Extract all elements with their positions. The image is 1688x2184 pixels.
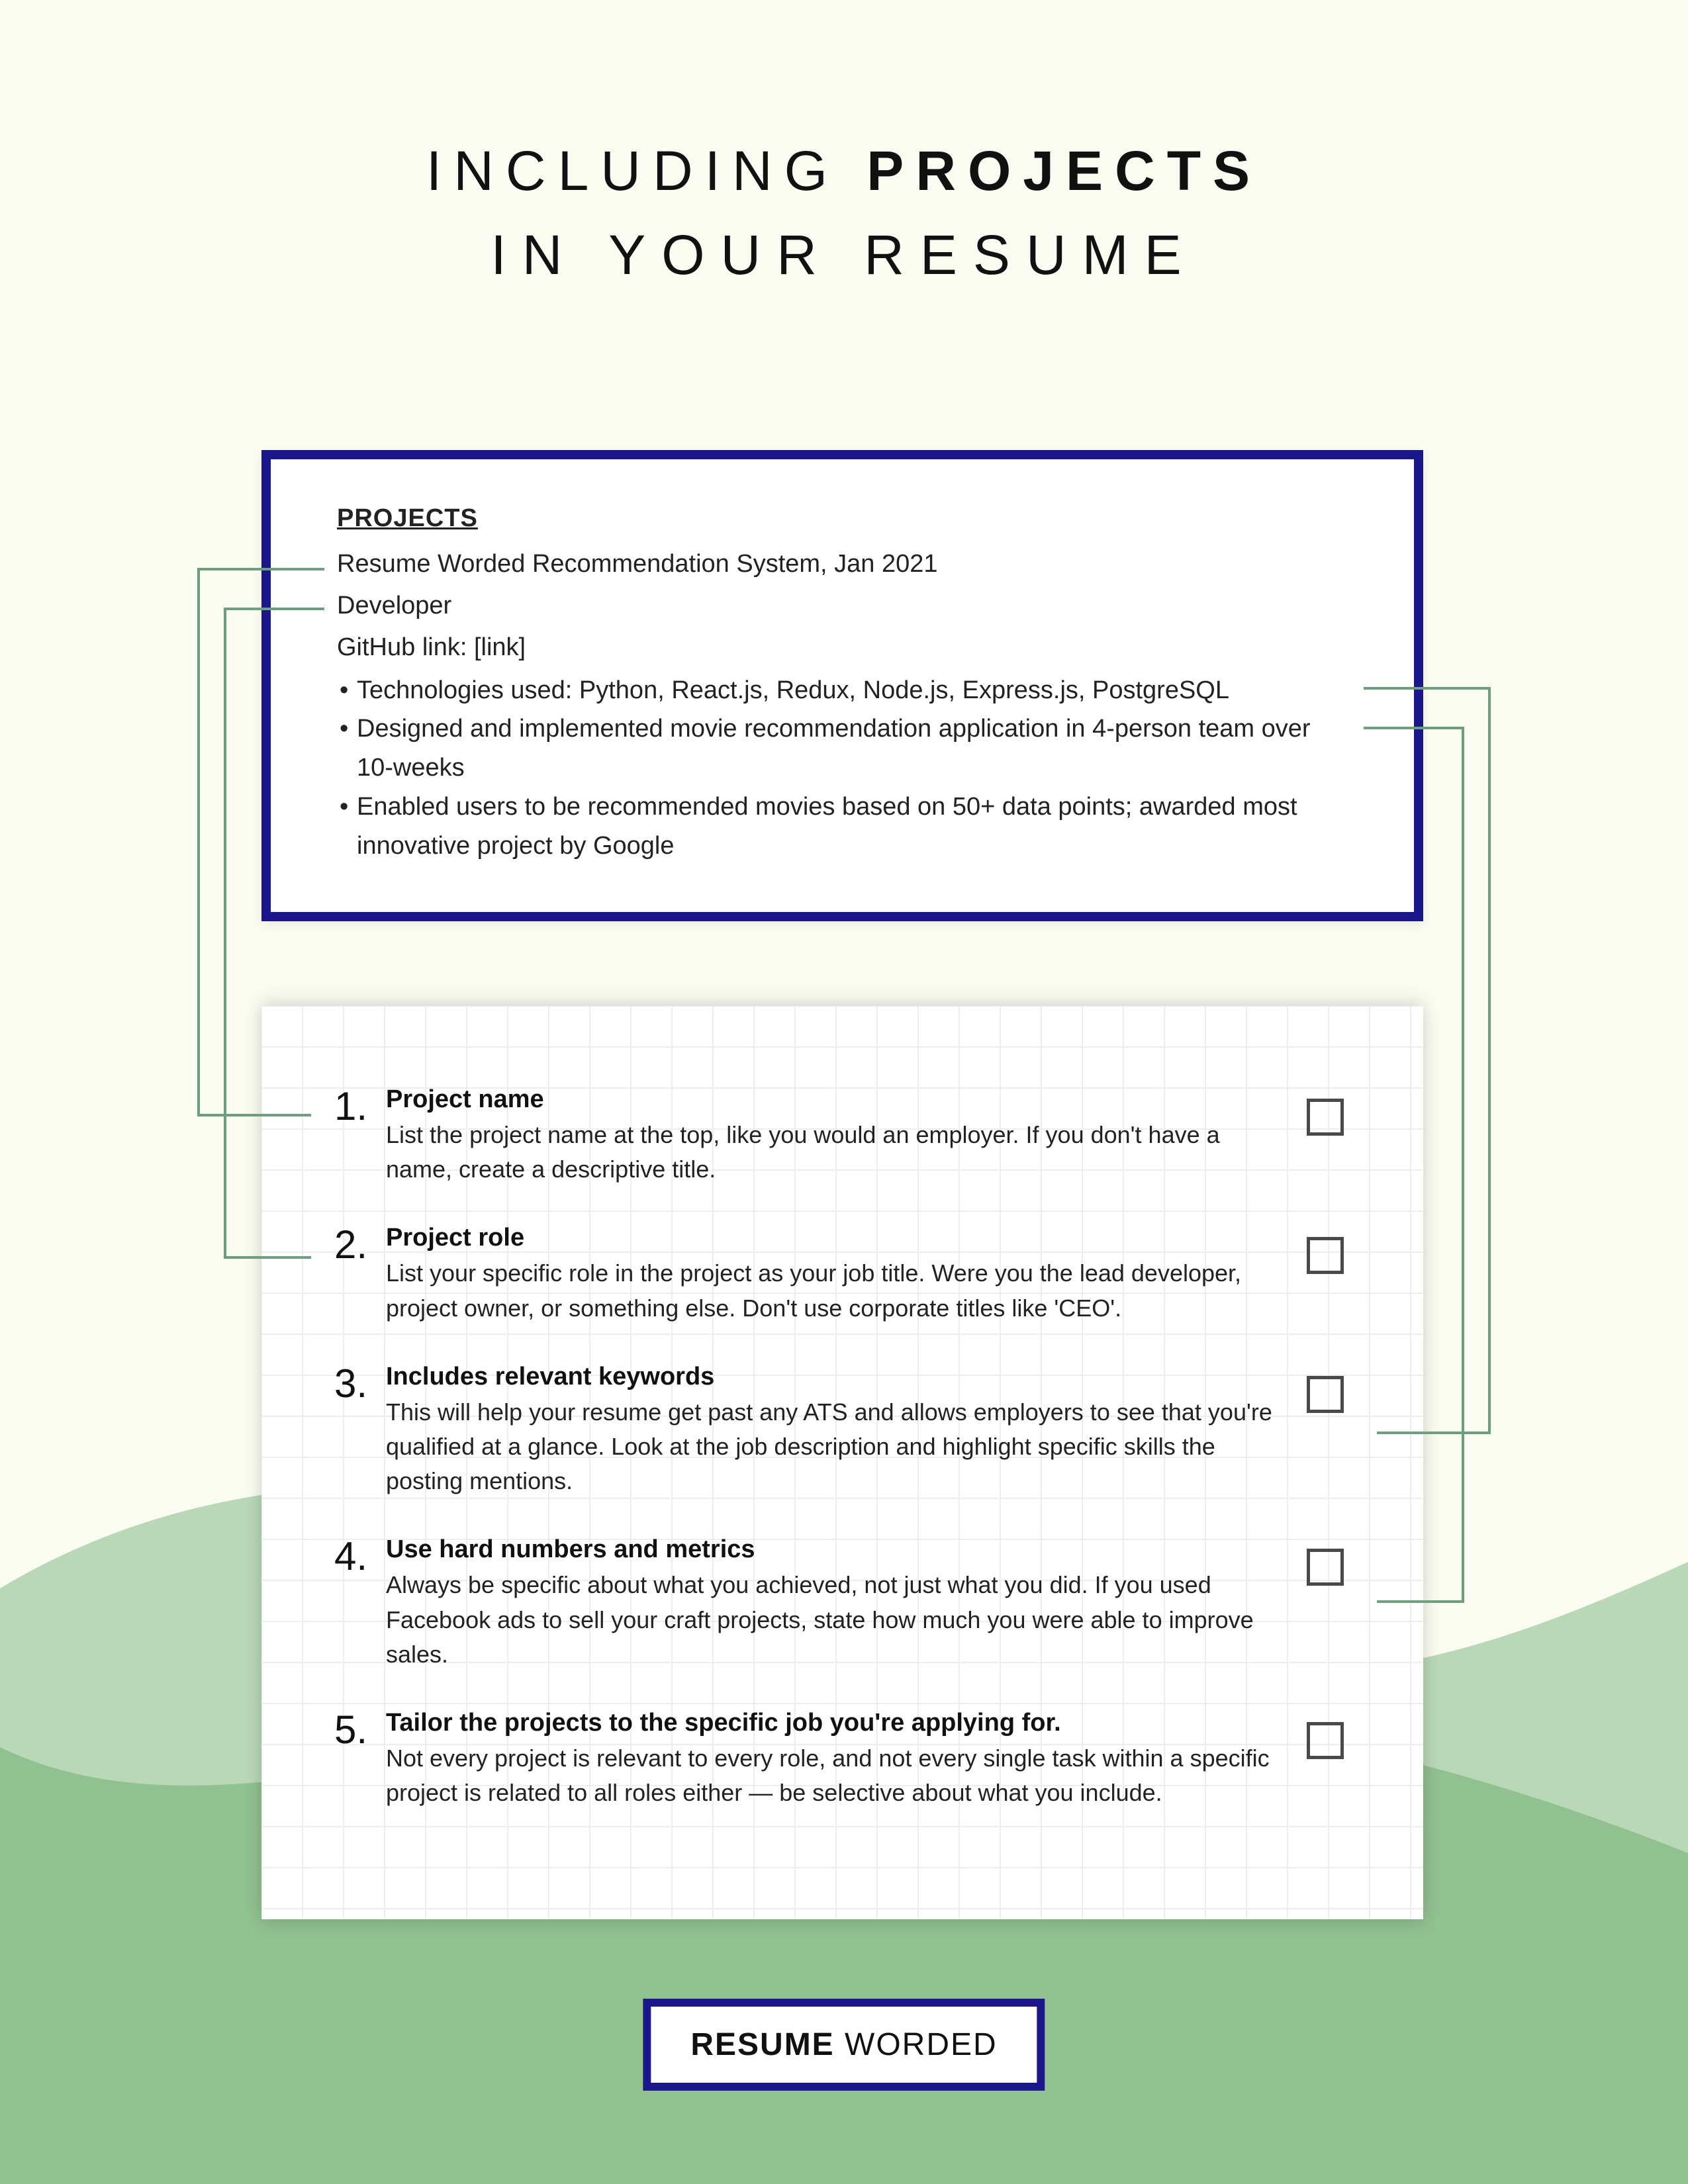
example-bullet-tech: Technologies used: Python, React.js, Red… <box>337 671 1348 710</box>
item-title: Project name <box>386 1085 1272 1114</box>
item-title: Project role <box>386 1224 1272 1252</box>
checklist-card: 1. Project name List the project name at… <box>261 1006 1423 1919</box>
checkbox[interactable] <box>1307 1722 1344 1759</box>
item-number: 3. <box>314 1363 367 1404</box>
title-line1-b: PROJECTS <box>867 140 1262 202</box>
item-title: Tailor the projects to the specific job … <box>386 1709 1272 1737</box>
example-heading: PROJECTS <box>337 499 1348 538</box>
item-body: List your specific role in the project a… <box>386 1256 1272 1325</box>
checklist-item-4: 4. Use hard numbers and metrics Always b… <box>314 1535 1344 1672</box>
checklist-item-5: 5. Tailor the projects to the specific j… <box>314 1709 1344 1810</box>
checkbox[interactable] <box>1307 1099 1344 1136</box>
example-bullet-impact: Enabled users to be recommended movies b… <box>337 788 1348 866</box>
item-body: Always be specific about what you achiev… <box>386 1568 1272 1672</box>
example-project-role: Developer <box>337 586 1348 625</box>
brand-badge: RESUME WORDED <box>643 1999 1045 2091</box>
example-project-name: Resume Worded Recommendation System, Jan… <box>337 545 1348 584</box>
item-title: Includes relevant keywords <box>386 1363 1272 1391</box>
title-line1-a: INCLUDING <box>426 140 867 202</box>
title-line2: IN YOUR RESUME <box>0 223 1688 287</box>
brand-word-2: WORDED <box>835 2027 998 2062</box>
checkbox[interactable] <box>1307 1549 1344 1586</box>
item-number: 1. <box>314 1085 367 1126</box>
page-title: INCLUDING PROJECTS IN YOUR RESUME <box>0 139 1688 287</box>
checklist-item-2: 2. Project role List your specific role … <box>314 1224 1344 1325</box>
brand-word-1: RESUME <box>690 2027 834 2062</box>
example-project-link: GitHub link: [link] <box>337 628 1348 667</box>
item-body: Not every project is relevant to every r… <box>386 1741 1272 1810</box>
checklist-item-3: 3. Includes relevant keywords This will … <box>314 1363 1344 1499</box>
item-body: List the project name at the top, like y… <box>386 1118 1272 1187</box>
item-body: This will help your resume get past any … <box>386 1395 1272 1499</box>
item-number: 2. <box>314 1224 367 1265</box>
item-number: 4. <box>314 1535 367 1576</box>
example-bullet-design: Designed and implemented movie recommend… <box>337 709 1348 788</box>
item-number: 5. <box>314 1709 367 1750</box>
checklist-item-1: 1. Project name List the project name at… <box>314 1085 1344 1187</box>
example-projects-card: PROJECTS Resume Worded Recommendation Sy… <box>261 450 1423 921</box>
item-title: Use hard numbers and metrics <box>386 1535 1272 1564</box>
checkbox[interactable] <box>1307 1376 1344 1413</box>
checkbox[interactable] <box>1307 1237 1344 1274</box>
